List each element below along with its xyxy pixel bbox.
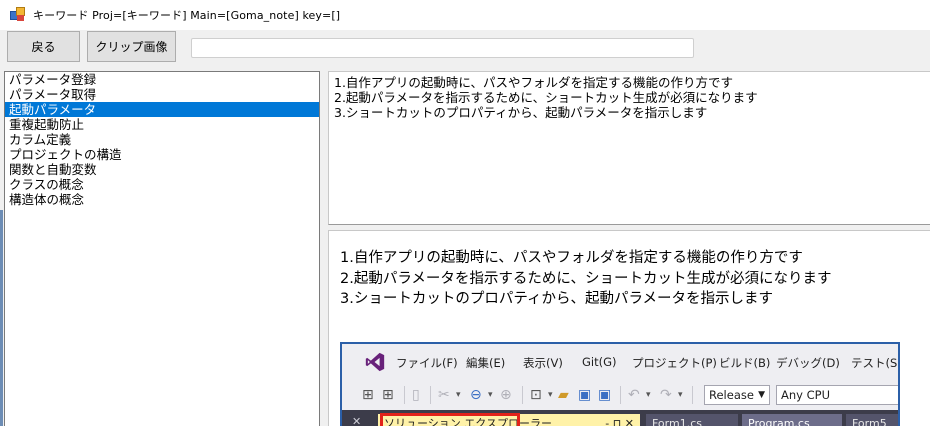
solution-explorer-tab: ソリューション エクスプローラー - ⊓ ✕ — [378, 413, 640, 426]
dropdown-arrow-icon: ▾ — [456, 390, 461, 400]
keyword-list-item[interactable]: 重複起動防止 — [5, 117, 319, 132]
keyword-list[interactable]: パラメータ登録 パラメータ取得 起動パラメータ 重複起動防止 カラム定義 プロジェクトの構… — [4, 71, 320, 426]
format-icon: ✂ — [438, 387, 450, 403]
path-input[interactable] — [191, 38, 694, 58]
tab-form1: Form1.cs — [646, 414, 738, 426]
embedded-screenshot: ファイル(F) 編集(E) 表示(V) Git(G) プロジェクト(P) ビルド… — [340, 342, 900, 426]
vs-menu-git: Git(G) — [582, 355, 617, 369]
chevron-down-icon: ▼ — [758, 390, 765, 400]
undo-icon: ↶ — [628, 387, 640, 403]
visual-studio-logo-icon — [365, 352, 385, 372]
note-textarea[interactable]: 1.自作アプリの起動時に、パスやフォルダを指定する機能の作り方です 2.起動パラメ… — [328, 71, 930, 225]
new-item-icon: ⊡ — [530, 387, 542, 403]
dropdown-arrow-icon: ▾ — [548, 390, 553, 400]
clip-image-button[interactable]: クリップ画像 — [87, 31, 176, 62]
open-folder-icon: ▰ — [558, 387, 569, 403]
vs-menu-view: 表示(V) — [523, 356, 563, 370]
tab-program: Program.cs — [742, 414, 842, 426]
build-project-icon: ⊞ — [382, 387, 394, 403]
rich-line: 3.ショートカットのプロパティから、起動パラメータを指示します — [340, 291, 774, 307]
document-icon: ▯ — [412, 387, 420, 403]
keyword-list-item[interactable]: パラメータ取得 — [5, 87, 319, 102]
vs-menu-build: ビルド(B) — [719, 356, 771, 370]
dropdown-arrow-icon: ▾ — [678, 390, 683, 400]
redo-icon: ↷ — [660, 387, 672, 403]
tab-form5: Form5 — [846, 414, 898, 426]
save-icon: ▣ — [578, 387, 592, 403]
vs-tabstrip: ✕ ソリューション エクスプローラー - ⊓ ✕ Form1.cs Progra… — [342, 410, 898, 426]
rich-line: 1.自作アプリの起動時に、パスやフォルダを指定する機能の作り方です — [340, 250, 803, 266]
keyword-list-item[interactable]: クラスの概念 — [5, 177, 319, 192]
note-line: 2.起動パラメータを指示するために、ショートカット生成が必須になります — [334, 90, 758, 105]
note-line: 3.ショートカットのプロパティから、起動パラメータを指示します — [334, 105, 708, 120]
rich-view[interactable]: 1.自作アプリの起動時に、パスやフォルダを指定する機能の作り方です 2.起動パラメ… — [328, 230, 930, 426]
rich-line: 2.起動パラメータを指示するために、ショートカット生成が必須になります — [340, 270, 832, 287]
keyword-list-item[interactable]: プロジェクトの構造 — [5, 147, 319, 162]
keyword-list-item[interactable]: パラメータ登録 — [5, 72, 319, 87]
close-icon: - ⊓ ✕ — [605, 417, 634, 426]
vs-menu-project: プロジェクト(P) — [632, 356, 717, 370]
back-button[interactable]: 戻る — [7, 31, 80, 62]
save-all-icon: ▣ — [598, 387, 612, 403]
keyword-list-item[interactable]: 起動パラメータ — [5, 102, 319, 117]
build-solution-icon: ⊞ — [362, 387, 374, 403]
platform-combo: Any CPU — [776, 385, 898, 405]
keyword-list-item[interactable]: 構造体の概念 — [5, 192, 319, 207]
keyword-list-item[interactable]: カラム定義 — [5, 132, 319, 147]
dropdown-arrow-icon: ▾ — [488, 390, 493, 400]
vs-menu-debug: デバッグ(D) — [776, 356, 840, 370]
window-title: キーワード Proj=[キーワード] Main=[Goma_note] key=… — [33, 9, 341, 22]
vs-menu-file: ファイル(F) — [396, 356, 458, 370]
vs-menubar: ファイル(F) 編集(E) 表示(V) Git(G) プロジェクト(P) ビルド… — [342, 344, 900, 380]
rich-text-block: 1.自作アプリの起動時に、パスやフォルダを指定する機能の作り方です 2.起動パラメ… — [340, 248, 831, 310]
keyword-list-item[interactable]: 関数と自動変数 — [5, 162, 319, 177]
title-bar: キーワード Proj=[キーワード] Main=[Goma_note] key=… — [0, 0, 930, 30]
vs-toolbar: ⊞ ⊞ ▯ ✂ ▾ ⊖ ▾ ⊕ ⊡ ▾ ▰ ▣ ▣ ↶ ▾ ↷ ▾ Releas… — [342, 380, 898, 410]
dropdown-arrow-icon: ▾ — [646, 390, 651, 400]
forward-arrow-icon: ⊕ — [500, 387, 512, 403]
vs-menu-test: テスト(S) — [851, 356, 900, 370]
note-line: 1.自作アプリの起動時に、パスやフォルダを指定する機能の作り方です — [334, 75, 734, 90]
vs-menu-edit: 編集(E) — [466, 356, 506, 370]
config-combo: Release ▼ — [704, 385, 770, 405]
highlight-box — [380, 413, 520, 426]
app-icon — [10, 7, 26, 22]
window-edge-decoration — [0, 210, 3, 426]
pin-icon: ✕ — [352, 415, 362, 426]
back-arrow-icon: ⊖ — [470, 387, 482, 403]
